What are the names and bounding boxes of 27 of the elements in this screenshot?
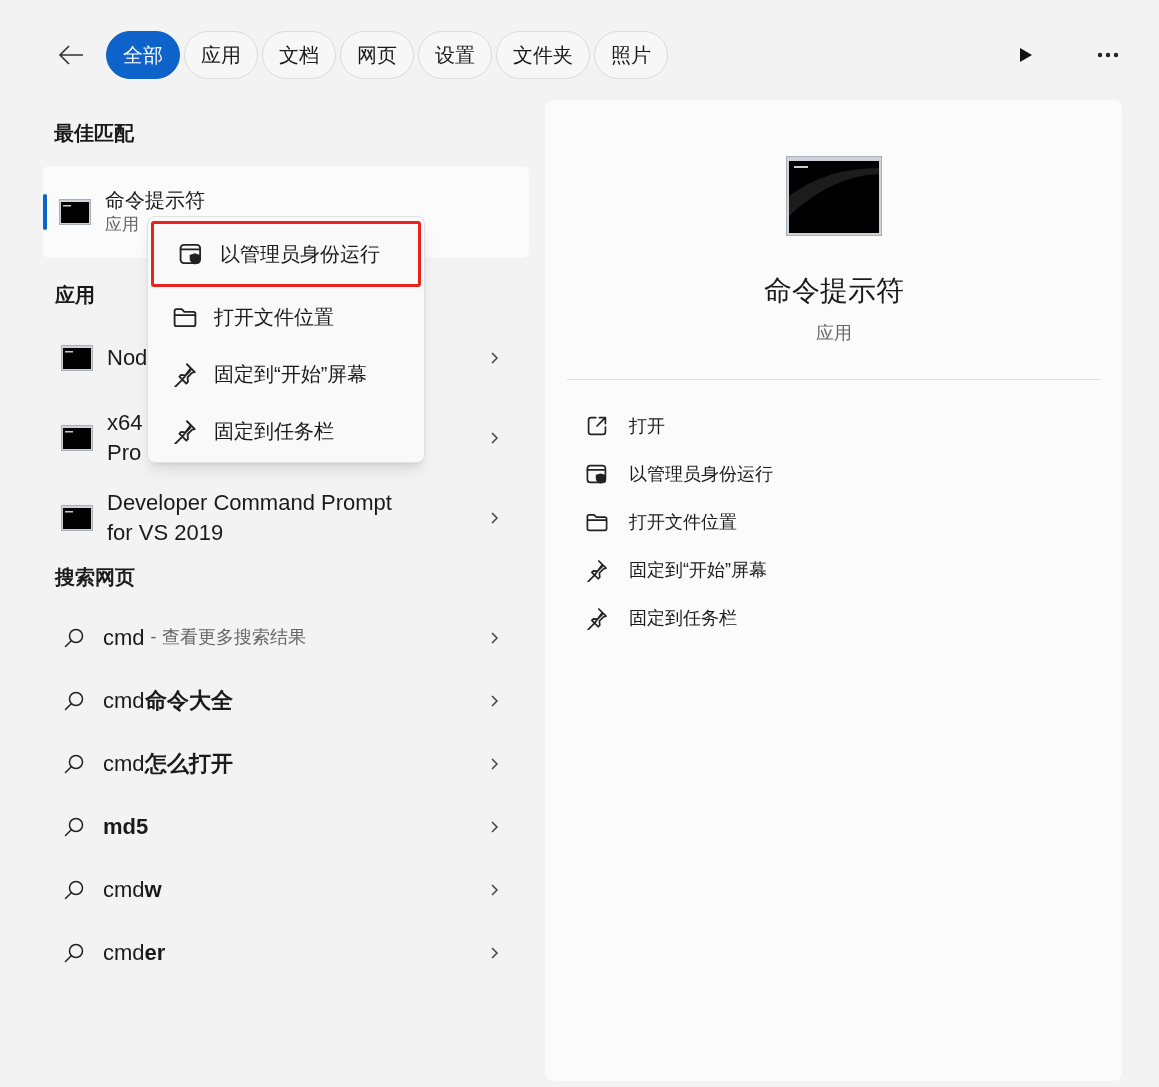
menu-label: 固定到任务栏 — [214, 418, 334, 444]
app-name: Developer Command Prompt — [107, 489, 392, 517]
action-label: 固定到“开始”屏幕 — [629, 558, 767, 582]
menu-label: 打开文件位置 — [214, 304, 334, 330]
app-name: x64 — [107, 409, 143, 437]
menu-label: 固定到“开始”屏幕 — [214, 361, 368, 387]
app-name: Nod — [107, 344, 148, 372]
search-hint: - 查看更多搜索结果 — [150, 626, 306, 649]
detail-type: 应用 — [815, 322, 852, 345]
search-suggestion: cmder — [103, 939, 166, 967]
search-suggestion: cmdw — [103, 876, 162, 904]
search-suggestion: md5 — [103, 813, 149, 841]
app-name: for VS 2019 — [107, 519, 224, 547]
app-type: 应用 — [105, 214, 140, 236]
section-heading: 最佳匹配 — [53, 121, 135, 146]
detail-title: 命令提示符 — [763, 274, 904, 308]
search-suggestion: cmd命令大全 — [103, 687, 233, 715]
action-label: 打开文件位置 — [629, 510, 737, 534]
section-heading: 应用 — [54, 283, 96, 308]
action-label: 打开 — [629, 414, 665, 438]
search-suggestion: cmd怎么打开 — [103, 750, 233, 778]
section-heading: 搜索网页 — [53, 565, 136, 590]
app-name: Pro — [107, 439, 142, 467]
action-label: 以管理员身份运行 — [629, 462, 773, 486]
action-label: 固定到任务栏 — [629, 606, 737, 630]
app-title: 命令提示符 — [105, 188, 205, 213]
search-suggestion: cmd — [103, 624, 145, 652]
